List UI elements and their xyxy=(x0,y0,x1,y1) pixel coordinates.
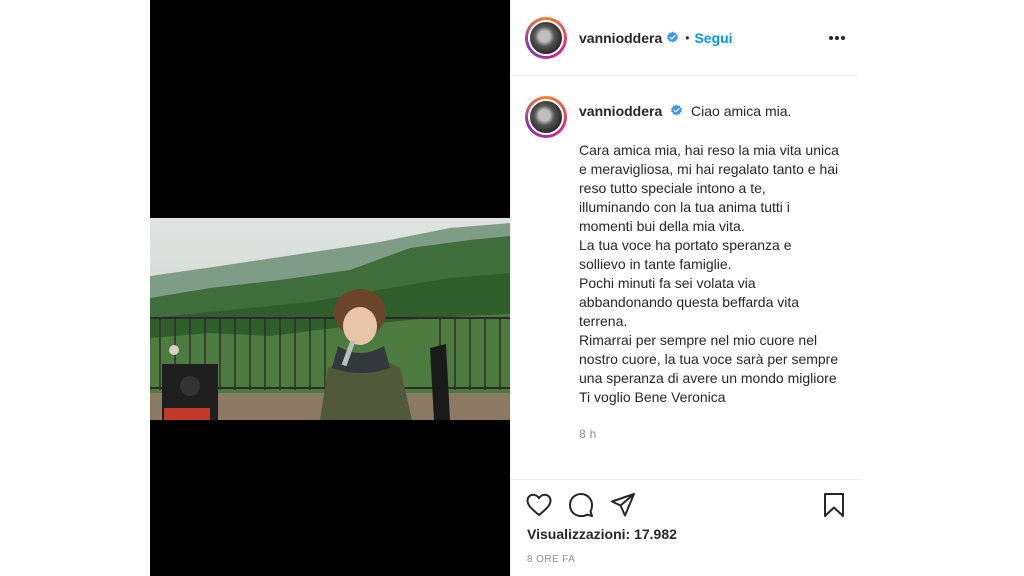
post-sidebar: vannioddera • Segui vannioddera Ciao ami… xyxy=(510,0,860,576)
caption-avatar[interactable] xyxy=(525,96,567,138)
comment-icon[interactable] xyxy=(567,491,595,519)
caption-head: vannioddera Ciao amica mia. xyxy=(579,102,839,121)
heart-icon[interactable] xyxy=(525,491,553,519)
video-image xyxy=(150,218,510,420)
post-time[interactable]: 8 h xyxy=(579,425,839,444)
caption-username-link[interactable]: vannioddera xyxy=(579,103,662,119)
separator-dot: • xyxy=(685,30,690,45)
caption-text: Cara amica mia, hai reso la mia vita uni… xyxy=(579,142,839,405)
post-date: 8 ORE FA xyxy=(527,554,576,565)
username-link[interactable]: vannioddera xyxy=(579,30,662,46)
caption-row: vannioddera Ciao amica mia. Cara amica m… xyxy=(525,96,846,444)
caption-body: vannioddera Ciao amica mia. Cara amica m… xyxy=(579,102,839,444)
view-count[interactable]: Visualizzazioni: 17.982 xyxy=(527,526,677,542)
action-bar xyxy=(511,487,860,523)
caption-title: Ciao amica mia. xyxy=(691,103,792,119)
post-media[interactable] xyxy=(150,0,510,576)
follow-button[interactable]: Segui xyxy=(694,30,732,46)
avatar[interactable] xyxy=(525,16,567,59)
verified-badge-icon xyxy=(671,104,683,116)
post-header: vannioddera • Segui xyxy=(511,0,859,76)
profile-picture xyxy=(528,99,564,135)
caption-area: vannioddera Ciao amica mia. Cara amica m… xyxy=(511,76,860,480)
video-frame[interactable] xyxy=(150,218,510,420)
instagram-post: vannioddera • Segui vannioddera Ciao ami… xyxy=(150,0,860,576)
bookmark-icon[interactable] xyxy=(820,491,848,519)
send-icon[interactable] xyxy=(609,491,637,519)
verified-badge-icon xyxy=(667,31,679,43)
more-options-icon[interactable] xyxy=(827,28,847,48)
profile-picture xyxy=(528,19,564,56)
